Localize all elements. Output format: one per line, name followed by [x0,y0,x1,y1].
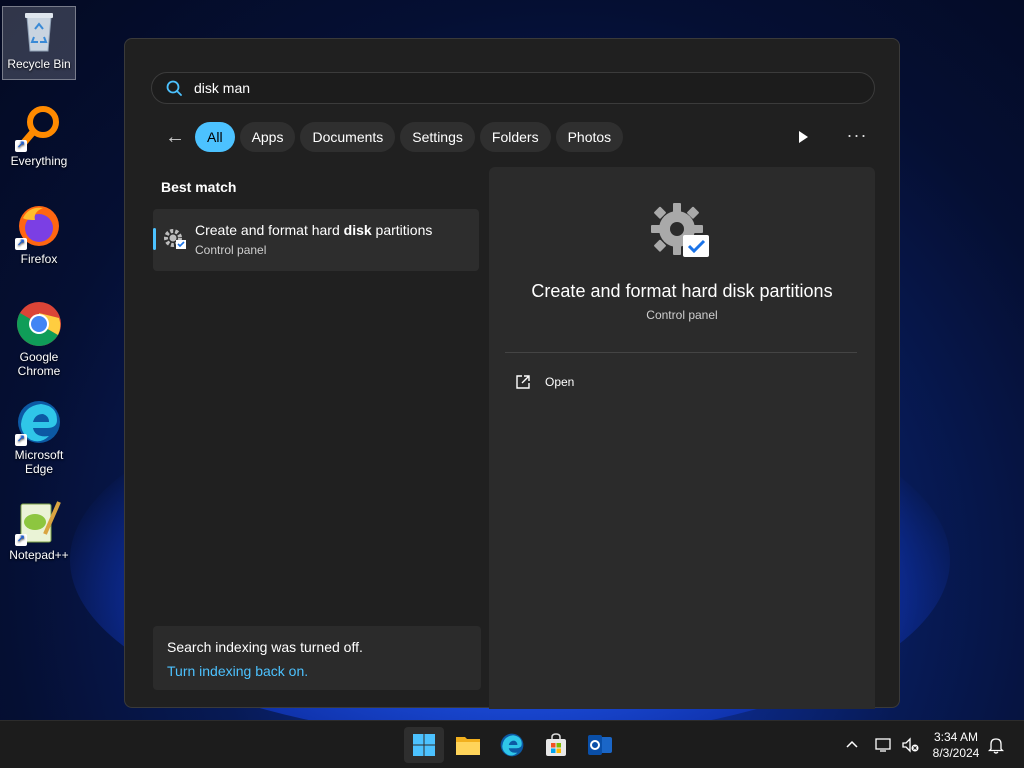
system-clock[interactable]: 3:34 AM 8/3/2024 [926,729,986,761]
shortcut-arrow-icon: ↗ [15,434,27,446]
result-title-part: partitions [371,222,433,238]
taskbar-microsoft-store[interactable] [536,727,576,763]
control-panel-gear-icon [163,227,187,251]
result-subtitle: Control panel [195,243,267,257]
filter-apps[interactable]: Apps [239,122,296,152]
clock-time: 3:34 AM [933,730,979,744]
result-title: Create and format hard disk partitions [195,222,432,238]
desktop-icon-label: Notepad++ [9,548,69,562]
edge-icon: ↗ [15,398,63,446]
recycle-bin-icon [15,7,63,55]
desktop-icon-recycle-bin[interactable]: Recycle Bin [2,6,76,80]
desktop-icon-label: Google Chrome [17,350,61,378]
filter-photos[interactable]: Photos [555,122,624,152]
desktop-icon-label: Firefox [20,252,58,266]
network-icon[interactable] [872,733,896,757]
desktop-icon-google-chrome[interactable]: Google Chrome [2,300,76,388]
filter-settings[interactable]: Settings [400,122,475,152]
store-bag-icon [546,733,566,756]
taskbar-file-explorer[interactable] [448,727,488,763]
best-match-heading: Best match [161,179,237,195]
desktop-icon-everything[interactable]: ↗ Everything [2,104,76,178]
chrome-icon [15,300,63,348]
open-external-icon [516,375,530,389]
folder-icon [456,737,480,755]
detail-title: Create and format hard disk partitions [531,281,833,301]
open-action-label: Open [545,375,575,389]
show-hidden-icons-chevron-up-icon[interactable] [840,733,864,757]
outlook-icon [588,735,612,755]
desktop-icon-label: Microsoft Edge [14,448,64,476]
detail-divider [505,352,857,353]
desktop-icon-notepad-plus-plus[interactable]: ↗ Notepad++ [2,498,76,572]
filter-all[interactable]: All [195,122,235,152]
desktop-icon-microsoft-edge[interactable]: ↗ Microsoft Edge [2,398,76,486]
firefox-icon: ↗ [15,202,63,250]
more-options-icon[interactable]: ··· [845,125,869,149]
search-input[interactable] [194,80,794,96]
back-arrow-icon[interactable]: ← [161,123,189,151]
desktop-icon-firefox[interactable]: ↗ Firefox [2,202,76,276]
search-box[interactable] [151,72,875,104]
edge-icon [500,733,524,757]
shortcut-arrow-icon: ↗ [15,140,27,152]
desktop-icon-label: Recycle Bin [7,57,71,71]
start-search-panel: ← All Apps Documents Settings Folders Ph… [124,38,900,709]
clock-date: 8/3/2024 [932,746,980,760]
selection-indicator [153,228,156,250]
taskbar-outlook[interactable] [580,727,620,763]
filter-documents[interactable]: Documents [300,122,396,152]
notification-bell-icon[interactable] [984,733,1008,757]
detail-subtitle: Control panel [646,308,718,322]
control-panel-gear-icon [649,201,713,261]
open-action[interactable]: Open [515,372,574,392]
everything-search-icon: ↗ [15,104,63,152]
result-title-match: disk [343,222,372,238]
desktop-icon-label: Everything [10,154,68,168]
play-icon[interactable] [793,127,813,147]
windows-logo-icon [413,734,435,756]
search-filters: ← All Apps Documents Settings Folders Ph… [161,121,628,153]
best-match-result[interactable]: Create and format hard disk partitions C… [153,209,479,271]
search-icon [166,80,182,96]
indexing-notice: Search indexing was turned off. Turn ind… [153,626,481,690]
start-button[interactable] [404,727,444,763]
result-title-part: Create and format hard [195,222,344,238]
taskbar: 3:34 AM 8/3/2024 [0,720,1024,768]
result-detail-pane: Create and format hard disk partitions C… [489,167,875,709]
volume-muted-icon[interactable] [898,733,922,757]
taskbar-edge[interactable] [492,727,532,763]
shortcut-arrow-icon: ↗ [15,534,27,546]
turn-indexing-on-link[interactable]: Turn indexing back on. [167,663,467,679]
notepad-plus-plus-icon: ↗ [15,498,63,546]
shortcut-arrow-icon: ↗ [15,238,27,250]
filter-folders[interactable]: Folders [479,122,551,152]
indexing-message: Search indexing was turned off. [167,639,363,655]
